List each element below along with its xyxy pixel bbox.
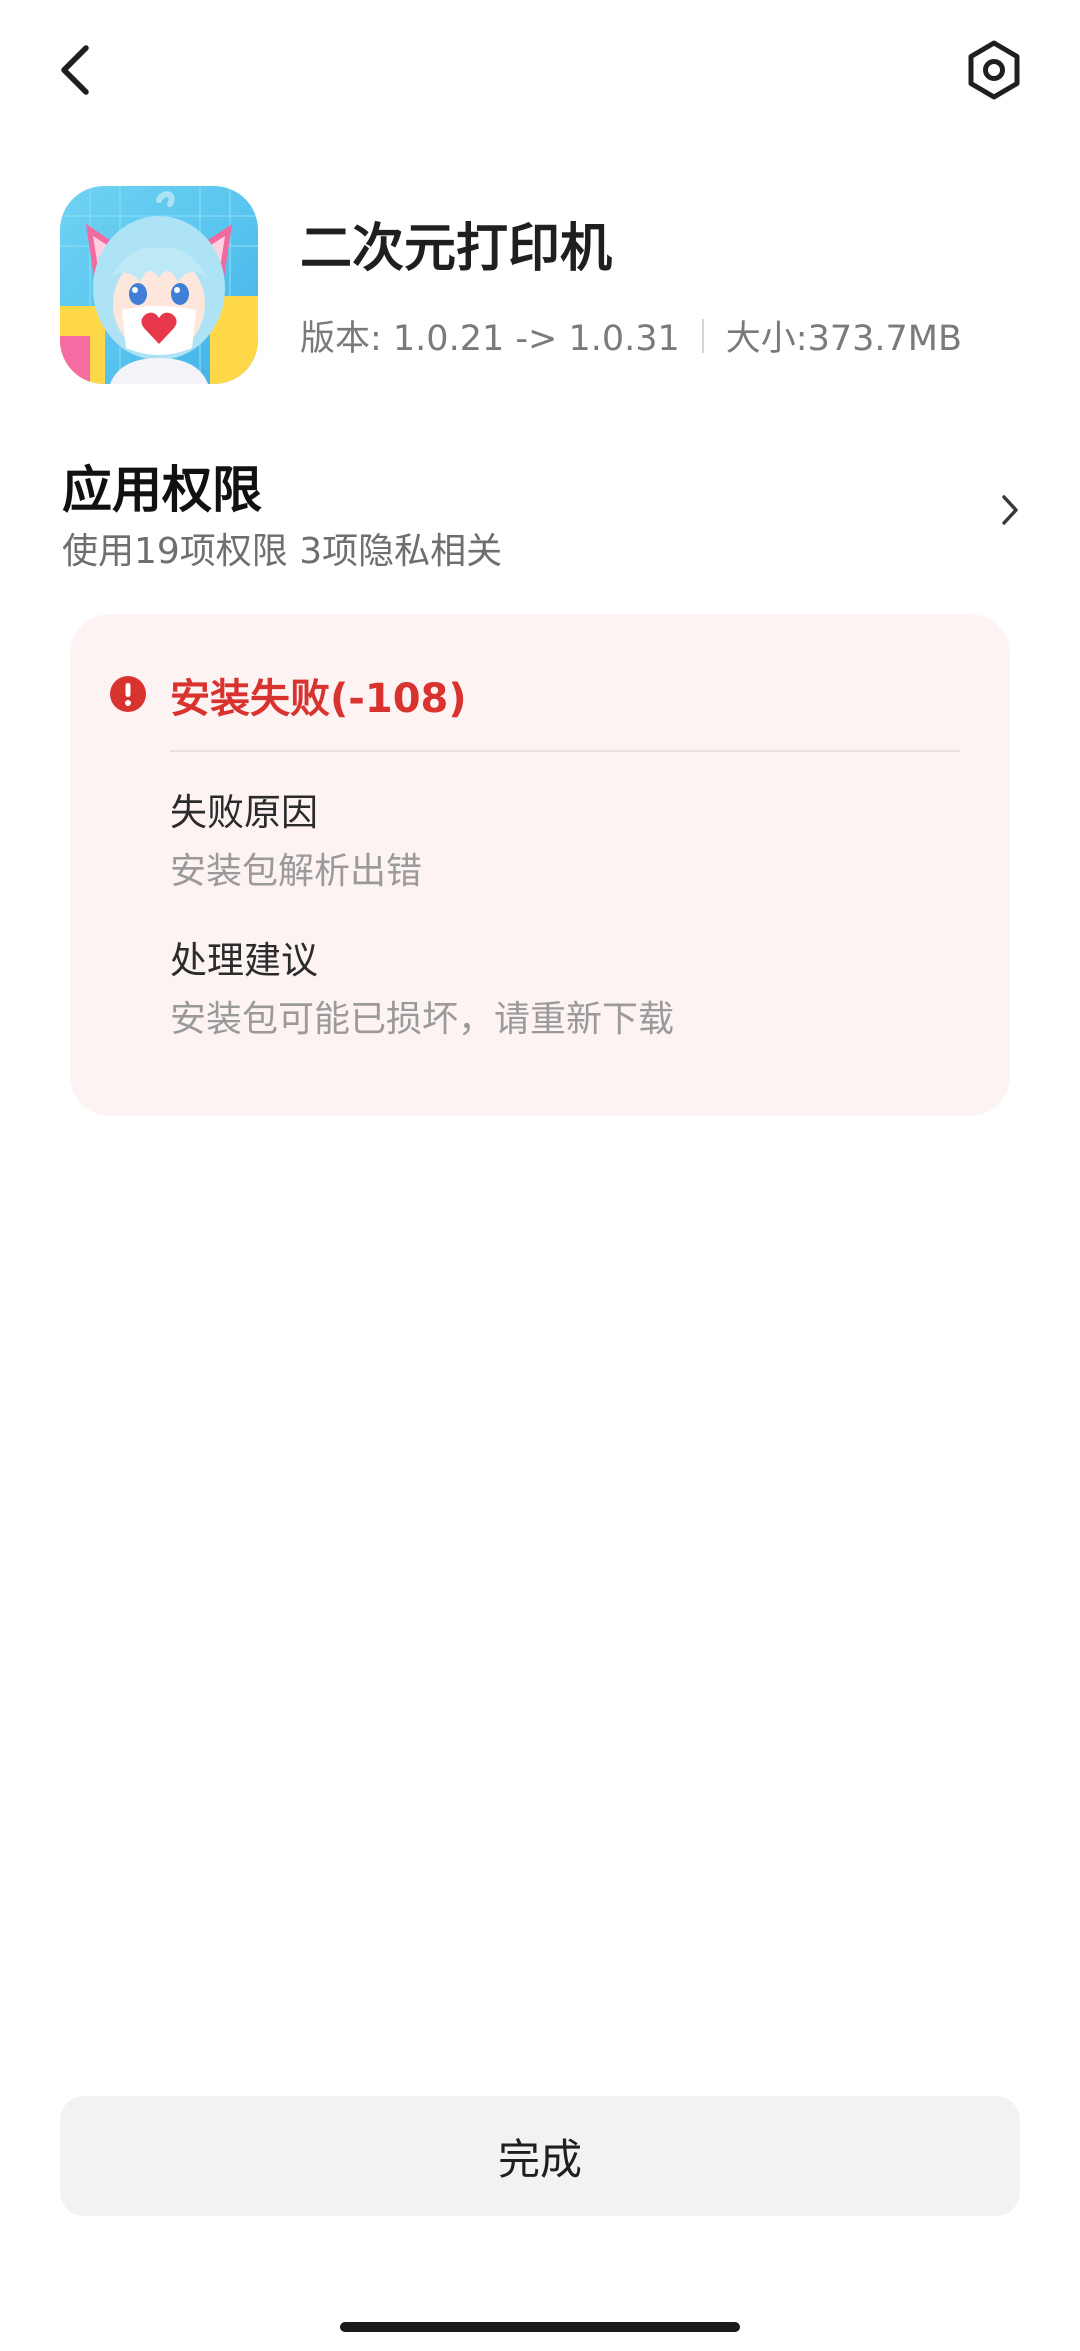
permissions-summary: 使用19项权限 3项隐私相关	[62, 531, 503, 572]
app-permissions-row[interactable]: 应用权限 使用19项权限 3项隐私相关	[40, 440, 1040, 580]
app-meta: 版本: 1.0.21 -> 1.0.31 大小:373.7MB	[300, 310, 962, 361]
done-button[interactable]: 完成	[60, 2096, 1020, 2216]
divider	[170, 750, 960, 752]
error-title: 安装失败(-108)	[170, 676, 467, 722]
back-button[interactable]	[40, 28, 112, 112]
app-icon	[60, 186, 258, 384]
version-text: 版本: 1.0.21 -> 1.0.31	[300, 319, 680, 359]
permissions-title: 应用权限	[62, 461, 262, 519]
size-text: 大小:373.7MB	[725, 319, 962, 359]
meta-divider	[701, 318, 704, 353]
chevron-right-icon	[990, 486, 1030, 534]
suggestion-label: 处理建议	[170, 939, 318, 982]
failure-reason-value: 安装包解析出错	[170, 851, 423, 892]
home-indicator[interactable]	[340, 2322, 740, 2332]
settings-button[interactable]	[950, 28, 1038, 112]
app-name: 二次元打印机	[300, 219, 613, 279]
install-error-card: 安装失败(-108) 失败原因 安装包解析出错 处理建议 安装包可能已损坏，请重…	[70, 614, 1010, 1116]
hexagon-gear-icon	[968, 40, 1020, 100]
anime-girl-app-icon	[60, 186, 258, 384]
suggestion-value: 安装包可能已损坏，请重新下载	[170, 999, 675, 1040]
failure-reason-label: 失败原因	[170, 791, 318, 834]
error-circle-icon	[108, 674, 148, 714]
chevron-left-icon	[61, 45, 89, 95]
